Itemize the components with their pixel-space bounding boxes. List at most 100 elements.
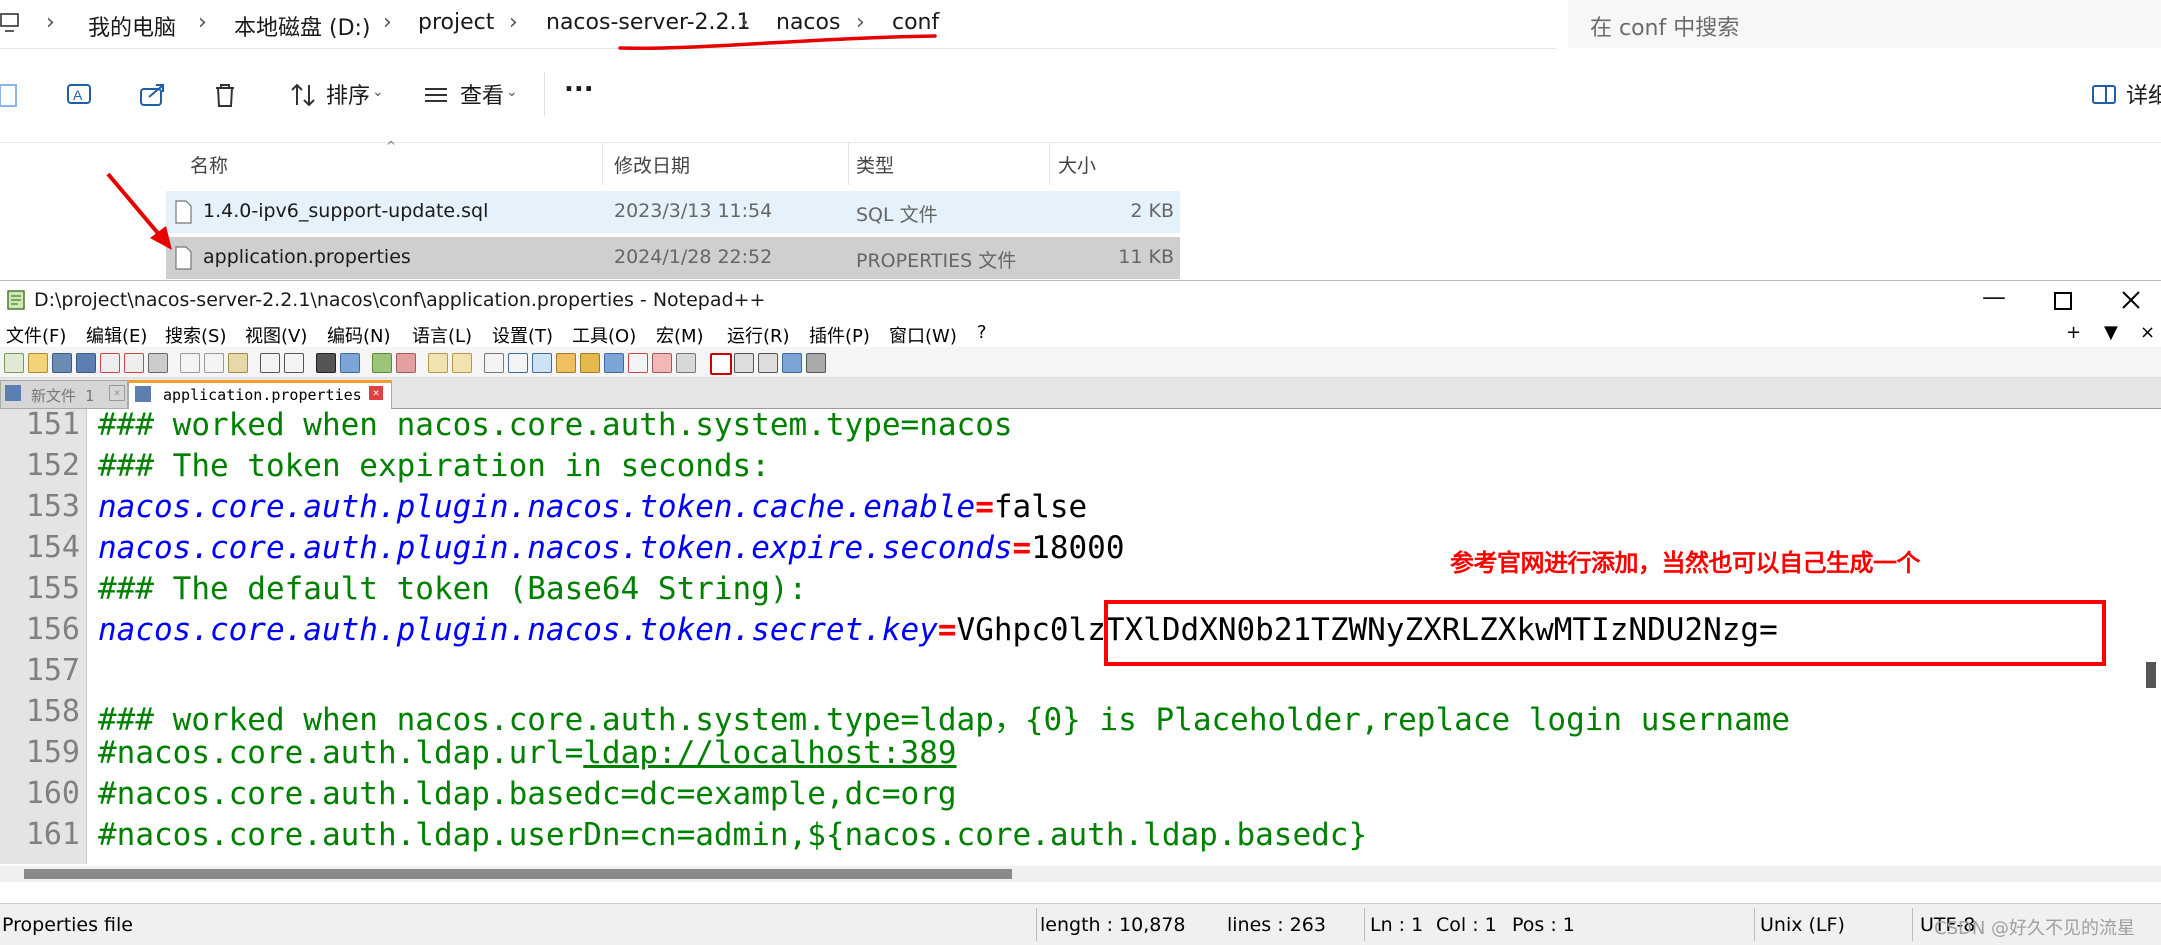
ldap-url-link[interactable]: ldap://localhost:389 xyxy=(583,735,956,771)
save-macro-icon[interactable] xyxy=(806,353,826,373)
open-file-icon[interactable] xyxy=(28,353,48,373)
menu-help[interactable]: ? xyxy=(977,322,987,343)
stop-recording-icon[interactable] xyxy=(734,353,754,373)
new-file-icon[interactable] xyxy=(4,353,24,373)
menu-search[interactable]: 搜索(S) xyxy=(165,322,226,348)
menu-tools[interactable]: 工具(O) xyxy=(572,322,636,348)
add-tab-button[interactable]: + xyxy=(2066,322,2081,343)
more-options-button[interactable]: ... xyxy=(564,68,594,98)
menu-edit[interactable]: 编辑(E) xyxy=(86,322,147,348)
playback-icon[interactable] xyxy=(758,353,778,373)
code-editor[interactable]: 151 152 153 154 155 156 157 158 159 160 … xyxy=(0,407,2161,864)
line-number: 160 xyxy=(25,776,80,811)
sort-icon xyxy=(291,83,315,107)
save-icon[interactable] xyxy=(52,353,72,373)
menu-view[interactable]: 视图(V) xyxy=(245,322,307,348)
menu-language[interactable]: 语言(L) xyxy=(412,322,472,348)
delete-icon[interactable] xyxy=(210,80,240,110)
comment-text: #nacos.core.auth.ldap.basedc=dc=example,… xyxy=(98,776,957,812)
search-input[interactable]: 在 conf 中搜索 xyxy=(1568,0,2161,48)
details-button[interactable]: 详细 xyxy=(2126,78,2161,110)
copy-icon[interactable] xyxy=(204,353,224,373)
minimize-button[interactable]: — xyxy=(1982,283,2006,311)
close-all-icon[interactable] xyxy=(124,353,144,373)
save-all-icon[interactable] xyxy=(76,353,96,373)
cut-icon[interactable] xyxy=(180,353,200,373)
show-all-characters-icon[interactable] xyxy=(508,353,528,373)
close-button[interactable] xyxy=(2121,290,2141,310)
sort-button[interactable]: 排序 xyxy=(326,78,370,110)
undo-icon[interactable] xyxy=(260,353,280,373)
find-icon[interactable] xyxy=(316,353,336,373)
tab-close-icon[interactable]: ✕ xyxy=(109,385,125,401)
tab-application-properties[interactable]: application.properties ✕ xyxy=(128,380,392,410)
replace-icon[interactable] xyxy=(340,353,360,373)
watermark: CSDN @好久不见的流星 xyxy=(1934,918,2136,939)
file-size: 11 KB xyxy=(1118,246,1174,268)
share-icon[interactable] xyxy=(138,80,168,110)
run-macro-multiple-icon[interactable] xyxy=(782,353,802,373)
annotation-text: 参考官网进行添加，当然也可以自己生成一个 xyxy=(1450,549,1921,577)
menu-bar: 文件(F) 编辑(E) 搜索(S) 视图(V) 编码(N) 语言(L) 设置(T… xyxy=(0,319,2161,347)
code-line: ### The default token (Base64 String): xyxy=(98,571,807,607)
record-macro-icon[interactable] xyxy=(710,353,732,375)
menu-settings[interactable]: 设置(T) xyxy=(492,322,553,348)
line-number: 154 xyxy=(25,530,80,565)
column-header-modified[interactable]: 修改日期 xyxy=(614,151,690,178)
comment-text: #nacos.core.auth.ldap.url= xyxy=(98,735,584,771)
breadcrumb-project[interactable]: project xyxy=(418,10,494,35)
preview-icon[interactable] xyxy=(676,353,696,373)
tab-new-file-1[interactable]: 新文件 1 ✕ xyxy=(0,380,128,409)
red-underline-annotation xyxy=(618,34,937,50)
column-header-type[interactable]: 类型 xyxy=(856,151,894,178)
close-file-icon[interactable] xyxy=(100,353,120,373)
file-row[interactable]: 1.4.0-ipv6_support-update.sql 2023/3/13 … xyxy=(166,191,1180,233)
status-divider xyxy=(1036,908,1037,941)
menu-encoding[interactable]: 编码(N) xyxy=(327,322,391,348)
folder-as-workspace-icon[interactable] xyxy=(628,353,648,373)
maximize-button[interactable] xyxy=(2054,292,2072,310)
document-map-icon[interactable] xyxy=(580,353,600,373)
redo-icon[interactable] xyxy=(284,353,304,373)
status-divider xyxy=(1912,908,1913,941)
user-language-icon[interactable] xyxy=(556,353,576,373)
function-list-icon[interactable] xyxy=(604,353,624,373)
status-eol[interactable]: Unix (LF) xyxy=(1760,914,1845,936)
print-icon[interactable] xyxy=(148,353,168,373)
paste-icon[interactable] xyxy=(0,80,26,110)
column-header-size[interactable]: 大小 xyxy=(1058,151,1096,178)
view-button[interactable]: 查看 xyxy=(460,78,504,110)
horizontal-scrollbar[interactable] xyxy=(0,866,2161,882)
monitoring-icon[interactable] xyxy=(652,353,672,373)
horizontal-scrollbar-thumb[interactable] xyxy=(24,869,1012,879)
address-bar[interactable]: › 我的电脑 › 本地磁盘 (D:) › project › nacos-ser… xyxy=(0,0,1556,50)
tab-close-icon[interactable]: ✕ xyxy=(369,386,383,400)
menu-plugins[interactable]: 插件(P) xyxy=(809,322,870,348)
column-divider xyxy=(602,143,603,185)
file-explorer-window: › 我的电脑 › 本地磁盘 (D:) › project › nacos-ser… xyxy=(0,0,2161,280)
comment-text: #nacos.core.auth.ldap.userDn=cn=admin,${… xyxy=(98,817,1368,853)
zoom-out-icon[interactable] xyxy=(396,353,416,373)
menu-file[interactable]: 文件(F) xyxy=(6,322,66,348)
comment-text: ### The default token (Base64 String): xyxy=(98,571,808,607)
menu-window[interactable]: 窗口(W) xyxy=(889,322,957,348)
indent-guide-icon[interactable] xyxy=(532,353,552,373)
column-header-name[interactable]: 名称 xyxy=(190,151,228,178)
chevron-right-icon: › xyxy=(383,10,392,35)
tab-list-button[interactable]: ▼ xyxy=(2104,322,2118,343)
word-wrap-icon[interactable] xyxy=(484,353,504,373)
paste-icon[interactable] xyxy=(228,353,248,373)
rename-icon[interactable]: A xyxy=(65,80,95,110)
status-divider xyxy=(1754,908,1755,941)
sync-horizontal-icon[interactable] xyxy=(452,353,472,373)
menu-run[interactable]: 运行(R) xyxy=(727,322,790,348)
breadcrumb-local-disk-d[interactable]: 本地磁盘 (D:) xyxy=(234,10,371,42)
close-tab-button[interactable]: × xyxy=(2140,322,2155,343)
vertical-scrollbar-thumb[interactable] xyxy=(2146,662,2156,688)
zoom-in-icon[interactable] xyxy=(372,353,392,373)
saved-file-icon xyxy=(135,386,151,402)
sync-vertical-icon[interactable] xyxy=(428,353,448,373)
menu-macro[interactable]: 宏(M) xyxy=(656,322,704,348)
file-row-selected[interactable]: application.properties 2024/1/28 22:52 P… xyxy=(166,237,1180,279)
breadcrumb-my-computer[interactable]: 我的电脑 xyxy=(88,10,176,42)
